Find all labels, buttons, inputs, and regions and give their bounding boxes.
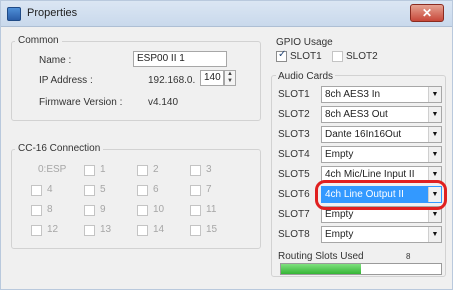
slot2-value: 8ch AES3 Out: [325, 109, 388, 120]
cc16-checkbox-6[interactable]: [137, 185, 148, 196]
cc16-group-label: CC-16 Connection: [15, 143, 104, 154]
cc16-checkbox-15[interactable]: [190, 225, 201, 236]
routing-slots-fill: [281, 264, 361, 274]
ip-prefix: 192.168.0.: [148, 75, 196, 86]
cc16-checkbox-12[interactable]: [31, 225, 42, 236]
slot4-label: SLOT4: [278, 149, 310, 160]
chevron-down-icon[interactable]: ▼: [428, 147, 441, 162]
routing-slots-bar: [280, 263, 442, 275]
spin-up-icon[interactable]: ▲: [225, 71, 235, 78]
chevron-down-icon[interactable]: ▼: [428, 107, 441, 122]
ip-last-octet-field[interactable]: 140: [200, 70, 224, 86]
close-button[interactable]: ✕: [410, 4, 444, 22]
cc16-label-11: 11: [206, 204, 217, 215]
cc16-checkbox-7[interactable]: [190, 185, 201, 196]
cc16-checkbox-13[interactable]: [84, 225, 95, 236]
slot1-dropdown[interactable]: 8ch AES3 In ▼: [321, 86, 442, 103]
cc16-label-10: 10: [153, 204, 165, 215]
cc16-label-3: 3: [206, 164, 212, 175]
cc16-checkbox-4[interactable]: [31, 185, 42, 196]
gpio-label: GPIO Usage: [276, 37, 333, 48]
close-icon: ✕: [421, 6, 433, 20]
slot1-label: SLOT1: [278, 89, 310, 100]
slot1-value: 8ch AES3 In: [325, 89, 381, 100]
chevron-down-icon[interactable]: ▼: [428, 127, 441, 142]
cc16-label-5: 5: [100, 184, 106, 195]
chevron-down-icon[interactable]: ▼: [428, 87, 441, 102]
cc16-checkbox-10[interactable]: [137, 205, 148, 216]
slot5-label: SLOT5: [278, 169, 310, 180]
slot7-label: SLOT7: [278, 209, 310, 220]
cc16-checkbox-5[interactable]: [84, 185, 95, 196]
chevron-down-icon[interactable]: ▼: [428, 227, 441, 242]
common-group-label: Common: [15, 35, 62, 46]
audio-cards-label: Audio Cards: [276, 71, 336, 82]
cc16-label-13: 13: [100, 224, 112, 235]
slot6-highlight-ring: [315, 180, 447, 210]
title-bar: Properties ✕: [1, 1, 452, 27]
cc16-label-0: 0:ESP: [38, 164, 67, 175]
firmware-label: Firmware Version :: [39, 97, 123, 108]
cc16-label-6: 6: [153, 184, 159, 195]
cc16-checkbox-11[interactable]: [190, 205, 201, 216]
cc16-checkbox-9[interactable]: [84, 205, 95, 216]
app-icon: [7, 7, 21, 21]
slot7-value: Empty: [325, 209, 354, 220]
slot8-label: SLOT8: [278, 229, 310, 240]
window-title: Properties: [27, 7, 78, 19]
cc16-checkbox-2[interactable]: [137, 165, 148, 176]
slot2-label: SLOT2: [278, 109, 310, 120]
cc16-checkbox-8[interactable]: [31, 205, 42, 216]
cc16-label-7: 7: [206, 184, 212, 195]
gpio-slot2-checkbox[interactable]: [332, 51, 343, 62]
slot8-value: Empty: [325, 229, 354, 240]
slot3-value: Dante 16In16Out: [325, 129, 402, 140]
ip-address-label: IP Address :: [39, 75, 93, 86]
slot2-dropdown[interactable]: 8ch AES3 Out ▼: [321, 106, 442, 123]
name-label: Name :: [39, 55, 72, 66]
firmware-value: v4.140: [148, 97, 179, 108]
gpio-slot2-label: SLOT2: [346, 51, 378, 62]
cc16-label-9: 9: [100, 204, 106, 215]
spin-down-icon[interactable]: ▼: [225, 78, 235, 85]
slot8-dropdown[interactable]: Empty ▼: [321, 226, 442, 243]
cc16-checkbox-1[interactable]: [84, 165, 95, 176]
slot6-label: SLOT6: [278, 189, 310, 200]
routing-slots-label: Routing Slots Used: [278, 251, 364, 262]
properties-window: Properties ✕ Common Name : ESP00 II 1 IP…: [0, 0, 453, 290]
cc16-checkbox-14[interactable]: [137, 225, 148, 236]
cc16-label-12: 12: [47, 224, 59, 235]
ip-spinner[interactable]: ▲ ▼: [224, 70, 236, 86]
gpio-slot1-label: SLOT1: [290, 51, 322, 62]
cc16-label-4: 4: [47, 184, 53, 195]
slot3-label: SLOT3: [278, 129, 310, 140]
name-field[interactable]: ESP00 II 1: [133, 51, 227, 67]
cc16-label-8: 8: [47, 204, 53, 215]
cc16-label-2: 2: [153, 164, 159, 175]
gpio-slot1-checkbox[interactable]: [276, 49, 287, 62]
slot4-value: Empty: [325, 149, 354, 160]
routing-slots-count: 8: [406, 252, 411, 261]
cc16-checkbox-3[interactable]: [190, 165, 201, 176]
slot5-value: 4ch Mic/Line Input II: [325, 169, 415, 180]
cc16-label-14: 14: [153, 224, 165, 235]
cc16-label-15: 15: [206, 224, 218, 235]
slot3-dropdown[interactable]: Dante 16In16Out ▼: [321, 126, 442, 143]
slot4-dropdown[interactable]: Empty ▼: [321, 146, 442, 163]
cc16-label-1: 1: [100, 164, 106, 175]
